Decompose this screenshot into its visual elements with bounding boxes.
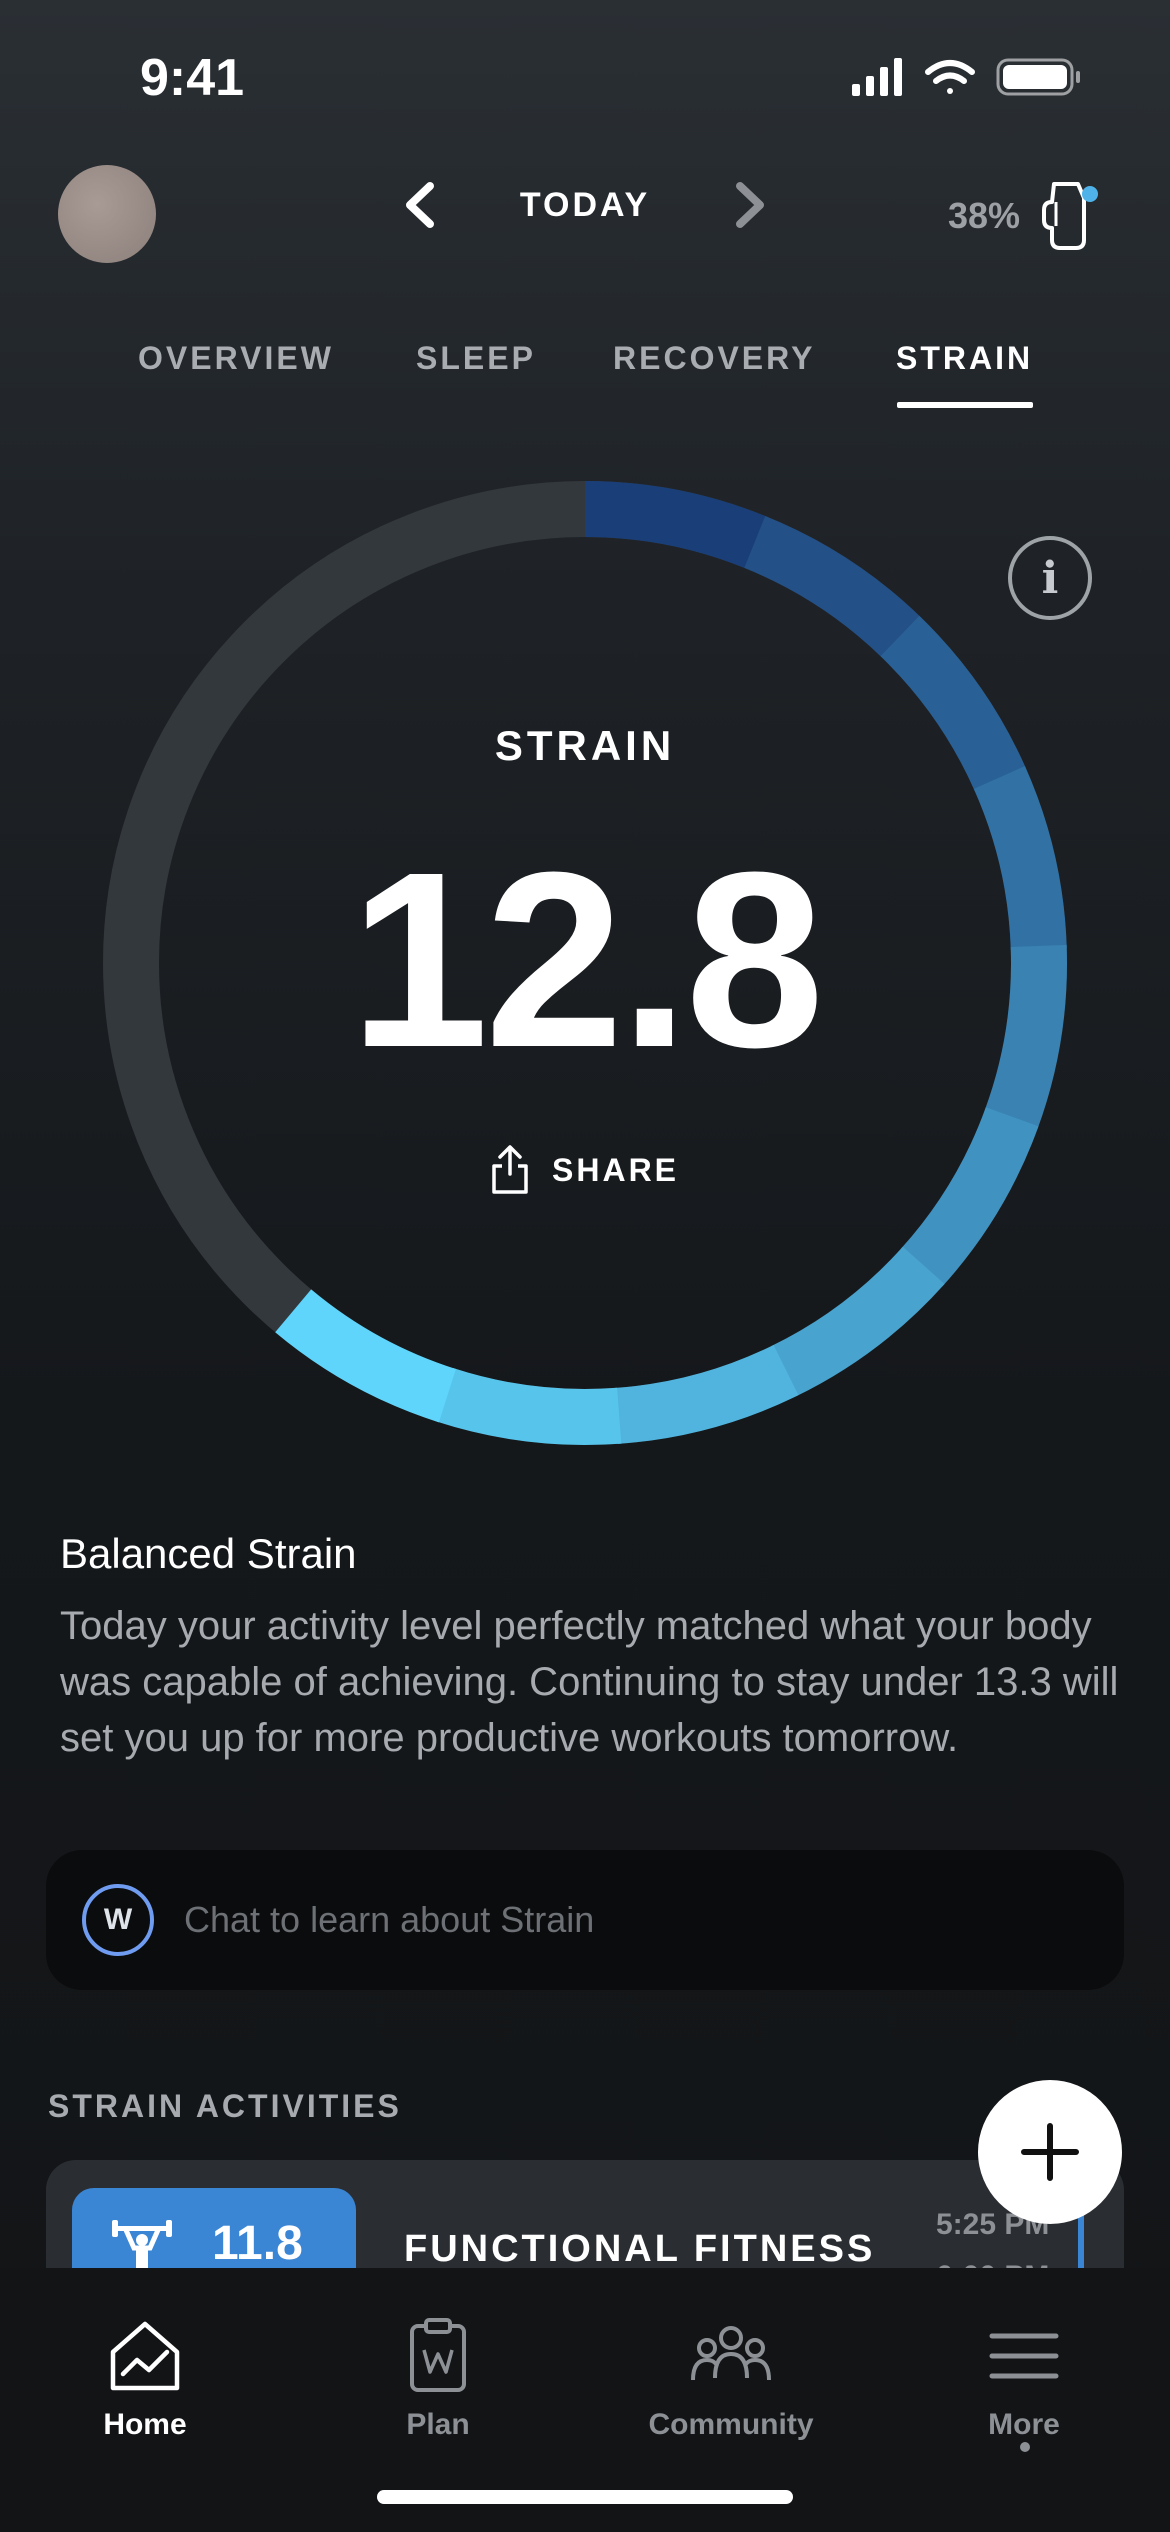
nav-label-community: Community <box>648 2408 814 2441</box>
signal-icon <box>852 58 902 96</box>
ring-progress-segment <box>275 1289 457 1423</box>
ring-progress-segment <box>973 766 1067 951</box>
avatar[interactable] <box>58 165 156 263</box>
insight-body: Today your activity level perfectly matc… <box>60 1604 1119 1760</box>
active-tab-indicator <box>897 402 1033 408</box>
share-label: SHARE <box>552 1151 680 1188</box>
nav-label-more: More <box>988 2408 1060 2441</box>
tab-sleep[interactable]: SLEEP <box>416 340 536 377</box>
weightlifter-icon <box>112 2220 172 2268</box>
plus-icon <box>1021 2123 1079 2181</box>
ring-progress-segment <box>435 1367 622 1445</box>
nav-label-plan: Plan <box>406 2408 470 2441</box>
tab-recovery[interactable]: RECOVERY <box>613 340 815 377</box>
strain-label: STRAIN <box>494 722 676 769</box>
info-icon[interactable]: i <box>1008 536 1092 620</box>
community-icon <box>691 2326 771 2381</box>
home-indicator <box>377 2490 793 2504</box>
ring-progress-segment <box>743 515 922 659</box>
whoop-logo-icon: W <box>82 1884 154 1956</box>
nav-label-home: Home <box>103 2408 187 2441</box>
status-icons <box>852 58 1080 96</box>
battery-icon <box>996 58 1080 96</box>
share-icon <box>492 1145 528 1194</box>
activity-name: FUNCTIONAL FITNESS <box>404 2228 876 2270</box>
chat-placeholder: Chat to learn about Strain <box>184 1899 595 1940</box>
more-notification-dot <box>1020 2442 1030 2452</box>
strain-score: 12.8 <box>349 820 825 1099</box>
nav-home[interactable]: Home <box>45 2318 245 2442</box>
ring-progress-segment <box>880 615 1027 792</box>
share-button[interactable]: SHARE <box>490 1140 710 1200</box>
insight-title: Balanced Strain <box>60 1530 357 1577</box>
nav-plan[interactable]: Plan <box>338 2318 538 2442</box>
ring-progress-segment <box>770 1246 945 1397</box>
clipboard-icon <box>410 2318 466 2392</box>
activity-card[interactable]: 11.8 FUNCTIONAL FITNESS 5:25 PM 6:00 PM <box>46 2160 1124 2270</box>
tab-bar: OVERVIEW SLEEP RECOVERY STRAIN <box>0 340 1170 420</box>
ring-progress-segment <box>584 481 769 570</box>
add-activity-button[interactable] <box>978 2080 1122 2224</box>
chevron-left-icon[interactable] <box>398 180 442 230</box>
tab-overview[interactable]: OVERVIEW <box>138 340 334 377</box>
wifi-icon <box>925 60 975 94</box>
strap-battery-percent: 38% <box>948 195 1021 236</box>
chevron-right-icon[interactable] <box>728 180 772 230</box>
activity-badge: 11.8 <box>72 2188 356 2270</box>
menu-icon <box>989 2333 1059 2379</box>
ring-progress-segment <box>900 1106 1039 1287</box>
activities-header: STRAIN ACTIVITIES <box>48 2088 402 2124</box>
activities-list: 11.8 FUNCTIONAL FITNESS 5:25 PM 6:00 PM <box>46 2160 1124 2270</box>
nav-community[interactable]: Community <box>631 2318 831 2442</box>
ring-progress-segment <box>984 944 1067 1130</box>
date-label[interactable]: TODAY <box>480 186 690 225</box>
status-time: 9:41 <box>140 49 245 107</box>
activity-score: 11.8 <box>212 2217 303 2270</box>
ring-progress-segment <box>613 1344 799 1444</box>
chat-input[interactable]: W Chat to learn about Strain <box>46 1850 1124 1990</box>
home-icon <box>110 2321 180 2391</box>
tab-strain[interactable]: STRAIN <box>896 340 1033 377</box>
strap-icon[interactable] <box>1038 178 1100 254</box>
nav-more[interactable]: More <box>924 2318 1124 2442</box>
